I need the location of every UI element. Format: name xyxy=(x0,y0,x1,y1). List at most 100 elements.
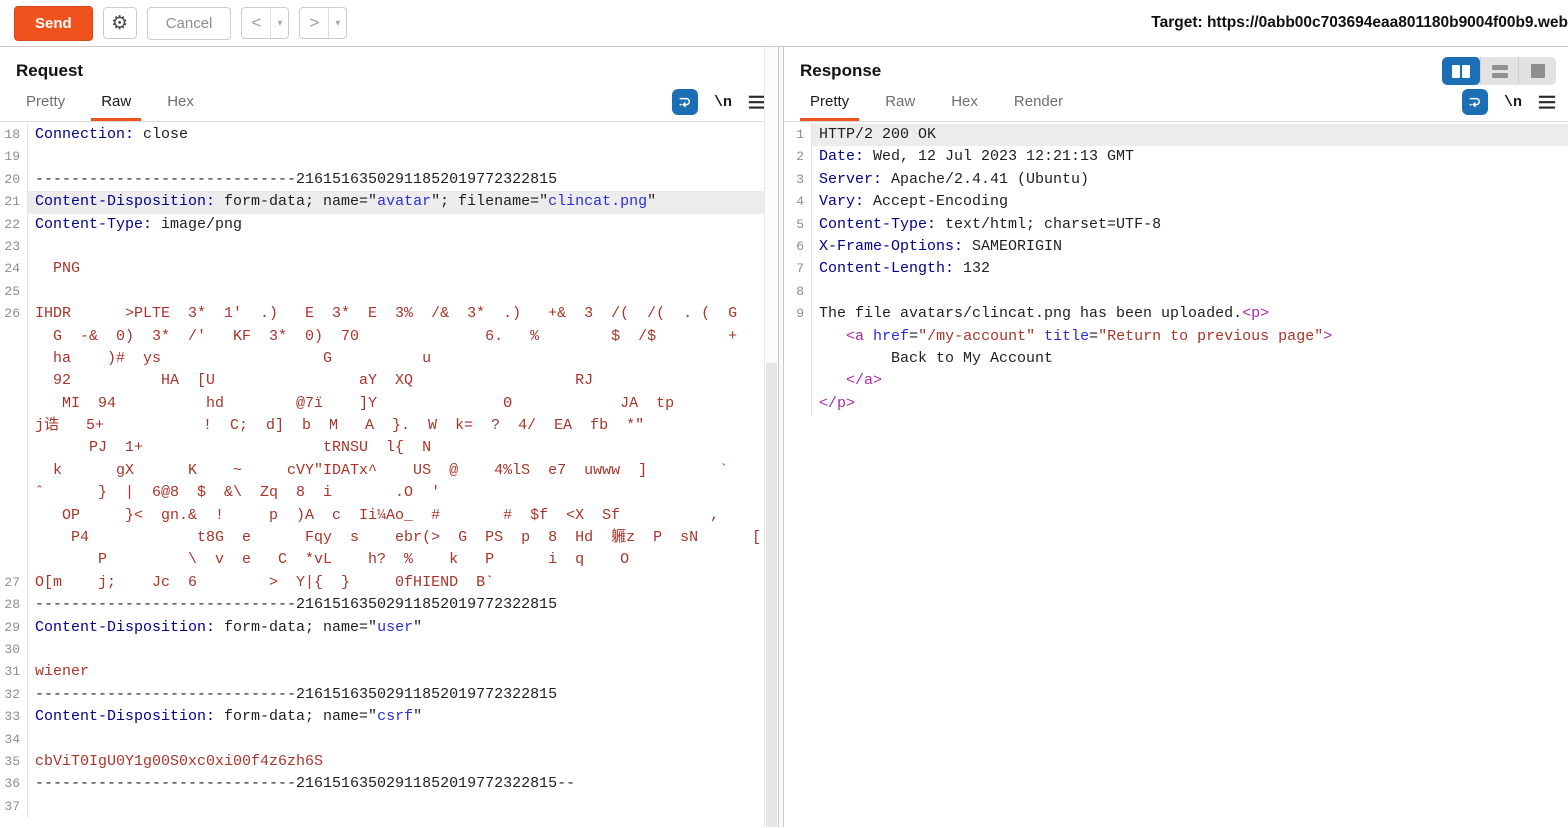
code-line[interactable]: OP }< gn.& ! p )A c Ii¼Ao_ # # $f <X Sf … xyxy=(0,505,778,527)
view-rows-button[interactable] xyxy=(1480,57,1518,85)
code-line[interactable]: MI 94 hd @7ï ]Y Θ JA tp n xyxy=(0,393,778,415)
code-line[interactable]: 33Content-Disposition: form-data; name="… xyxy=(0,706,778,728)
code-line[interactable]: 24 PNG xyxy=(0,258,778,280)
tab-raw[interactable]: Raw xyxy=(91,87,141,121)
tab-render[interactable]: Render xyxy=(1004,87,1073,121)
code-line[interactable]: 23 xyxy=(0,236,778,258)
code-line[interactable]: j诰 5+ ! C; d] b M A }. W k= ? 4/ EA fb *… xyxy=(0,415,778,437)
code-line[interactable]: 5Content-Type: text/html; charset=UTF-8 xyxy=(784,214,1568,236)
tab-pretty[interactable]: Pretty xyxy=(800,87,859,121)
code-line[interactable]: 8 xyxy=(784,281,1568,303)
line-text: Content-Type: image/png xyxy=(28,214,778,236)
line-number: 33 xyxy=(0,706,28,728)
code-line[interactable]: PJ 1+ tRNSU l{ N xyxy=(0,437,778,459)
code-line[interactable]: 35cbViT0IgU0Y1g00S0xc0xi00f4z6zh6S xyxy=(0,751,778,773)
code-line[interactable]: 4Vary: Accept-Encoding xyxy=(784,191,1568,213)
code-line[interactable]: 25 xyxy=(0,281,778,303)
line-text: Content-Type: text/html; charset=UTF-8 xyxy=(812,214,1568,236)
code-line[interactable]: 26IHDR >PLTE 3* 1' .) E 3* E 3% /& 3* .)… xyxy=(0,303,778,325)
line-number: 6 xyxy=(784,236,812,258)
code-line[interactable]: 30 xyxy=(0,639,778,661)
line-number: 1 xyxy=(784,124,812,146)
line-text xyxy=(28,639,778,661)
code-line[interactable]: 7Content-Length: 132 xyxy=(784,258,1568,280)
response-editor[interactable]: 1HTTP/2 200 OK2Date: Wed, 12 Jul 2023 12… xyxy=(784,122,1568,827)
code-line[interactable]: 19 xyxy=(0,146,778,168)
line-number xyxy=(0,415,28,437)
forward-chevron-icon[interactable]: > xyxy=(300,8,329,38)
code-line[interactable]: 9The file avatars/clincat.png has been u… xyxy=(784,303,1568,325)
single-panel-layout-icon xyxy=(1531,64,1545,78)
show-newlines-toggle[interactable]: \n xyxy=(714,94,732,111)
request-scrollbar[interactable] xyxy=(764,47,778,827)
line-number: 34 xyxy=(0,729,28,751)
line-text: </p> xyxy=(812,393,1568,415)
code-line[interactable]: 28-----------------------------216151635… xyxy=(0,594,778,616)
line-text xyxy=(28,729,778,751)
tab-hex[interactable]: Hex xyxy=(941,87,988,121)
cancel-button[interactable]: Cancel xyxy=(147,7,232,40)
response-tabs: Pretty Raw Hex Render xyxy=(800,87,1089,121)
code-line[interactable]: 27O[m j; Jc 6 > Y|{ } 0fHIEND B` xyxy=(0,572,778,594)
show-newlines-toggle[interactable]: \n xyxy=(1504,94,1522,111)
hamburger-icon xyxy=(1538,94,1556,110)
request-scrollbar-thumb[interactable] xyxy=(766,363,777,827)
code-line[interactable]: G -& 0) 3* /' KF 3* 0) 70 6. % $ /$ + xyxy=(0,326,778,348)
back-chevron-icon[interactable]: < xyxy=(242,8,271,38)
request-wrap-toggle-button[interactable] xyxy=(672,89,698,115)
code-line[interactable]: 29Content-Disposition: form-data; name="… xyxy=(0,617,778,639)
code-line[interactable]: 6X-Frame-Options: SAMEORIGIN xyxy=(784,236,1568,258)
line-number: 18 xyxy=(0,124,28,146)
line-number: 5 xyxy=(784,214,812,236)
line-text: OP }< gn.& ! p )A c Ii¼Ao_ # # $f <X Sf … xyxy=(28,505,778,527)
code-line[interactable]: </p> xyxy=(784,393,1568,415)
line-text: O[m j; Jc 6 > Y|{ } 0fHIEND B` xyxy=(28,572,778,594)
response-menu-button[interactable] xyxy=(1538,94,1556,110)
code-line[interactable]: 36-----------------------------216151635… xyxy=(0,773,778,795)
code-line[interactable]: 37 xyxy=(0,796,778,818)
forward-dropdown-caret-icon[interactable]: ▾ xyxy=(329,8,346,38)
response-pane: Response PrettyRawHexRender \n xyxy=(783,47,1568,827)
code-line[interactable]: ˆ } | 6@8 $ &\ Zq 8 i .O ' xyxy=(0,482,778,504)
line-number xyxy=(0,482,28,504)
send-button[interactable]: Send xyxy=(14,6,93,41)
tab-raw[interactable]: Raw xyxy=(875,87,925,121)
code-line[interactable]: Back to My Account xyxy=(784,348,1568,370)
code-line[interactable]: 22Content-Type: image/png xyxy=(0,214,778,236)
code-line[interactable]: 20-----------------------------216151635… xyxy=(0,169,778,191)
view-single-button[interactable] xyxy=(1518,57,1556,85)
back-split-button[interactable]: < ▾ xyxy=(241,7,289,39)
line-text: Content-Disposition: form-data; name="av… xyxy=(28,191,778,213)
code-line[interactable]: 31wiener xyxy=(0,661,778,683)
code-line[interactable]: P4 t8G e Fqy s ebr(> G PS p 8 Hd 軅z P sN… xyxy=(0,527,778,549)
code-line[interactable]: 21Content-Disposition: form-data; name="… xyxy=(0,191,778,213)
code-line[interactable]: 18Connection: close xyxy=(0,124,778,146)
response-wrap-toggle-button[interactable] xyxy=(1462,89,1488,115)
code-line[interactable]: 32-----------------------------216151635… xyxy=(0,684,778,706)
tab-hex[interactable]: Hex xyxy=(157,87,204,121)
code-line[interactable]: k gX K ~ cVY″IDATx^ US @ 4%lS e7 uwww ] … xyxy=(0,460,778,482)
code-line[interactable]: 1HTTP/2 200 OK xyxy=(784,124,1568,146)
forward-split-button[interactable]: > ▾ xyxy=(299,7,347,39)
code-line[interactable]: 2Date: Wed, 12 Jul 2023 12:21:13 GMT xyxy=(784,146,1568,168)
code-line[interactable]: </a> xyxy=(784,370,1568,392)
line-number xyxy=(784,393,812,415)
code-line[interactable]: 34 xyxy=(0,729,778,751)
line-number xyxy=(0,393,28,415)
code-line[interactable]: 92 HA [U aY XQ RJ xyxy=(0,370,778,392)
line-text: cbViT0IgU0Y1g00S0xc0xi00f4z6zh6S xyxy=(28,751,778,773)
back-dropdown-caret-icon[interactable]: ▾ xyxy=(271,8,288,38)
line-number xyxy=(0,370,28,392)
view-columns-button[interactable] xyxy=(1442,57,1480,85)
line-number xyxy=(784,370,812,392)
request-settings-button[interactable]: ⚙ xyxy=(103,7,137,39)
gear-icon: ⚙ xyxy=(111,12,128,34)
code-line[interactable]: <a href="/my-account" title="Return to p… xyxy=(784,326,1568,348)
line-text xyxy=(28,236,778,258)
code-line[interactable]: P \ v e C *vL h? % k P i q O xyxy=(0,549,778,571)
request-editor[interactable]: 18Connection: close1920-----------------… xyxy=(0,122,778,827)
code-line[interactable]: ha )# ys G u xyxy=(0,348,778,370)
tab-pretty[interactable]: Pretty xyxy=(16,87,75,121)
line-number xyxy=(0,437,28,459)
code-line[interactable]: 3Server: Apache/2.4.41 (Ubuntu) xyxy=(784,169,1568,191)
